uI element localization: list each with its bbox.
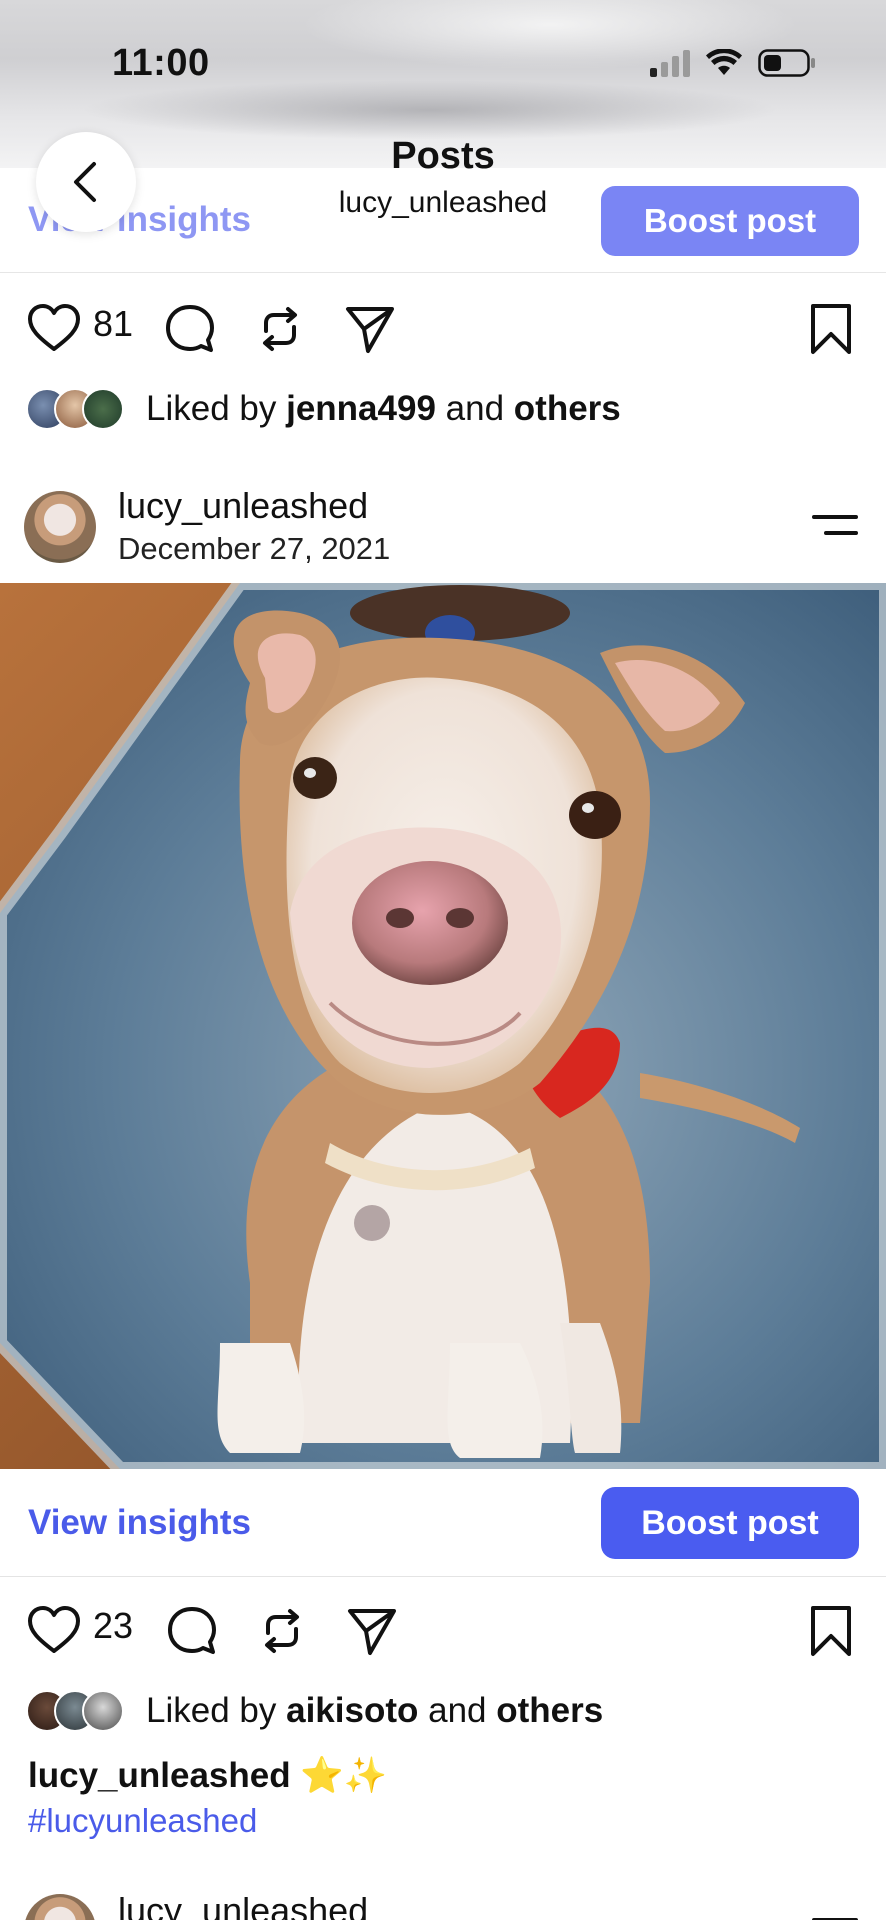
caption-emoji: ⭐✨ — [300, 1756, 388, 1795]
post-insights-row: View insights Boost post — [0, 1469, 886, 1577]
liked-by-others: others — [496, 1691, 604, 1730]
repost-icon[interactable] — [252, 301, 308, 357]
send-icon[interactable] — [344, 1603, 400, 1659]
post-photo[interactable] — [0, 583, 886, 1469]
cellular-signal-icon — [650, 49, 690, 77]
comment-icon[interactable] — [162, 301, 218, 357]
status-bar: 11:00 — [0, 0, 886, 130]
status-icons — [650, 48, 816, 78]
previous-like-count[interactable]: 81 — [93, 303, 133, 345]
dog-photo — [0, 583, 886, 1469]
hashtag-link[interactable]: #lucyunleashed — [28, 1802, 257, 1840]
more-options-icon[interactable] — [812, 511, 858, 539]
caption-username[interactable]: lucy_unleashed — [28, 1756, 291, 1795]
repost-icon[interactable] — [254, 1603, 310, 1659]
avatar — [82, 1690, 124, 1732]
post-username[interactable]: lucy_unleashed — [118, 485, 368, 527]
next-post-header: lucy_unleashed — [0, 1888, 886, 1920]
liked-by-text: Liked by aikisoto and others — [146, 1691, 604, 1730]
previous-post-actions: 81 — [0, 293, 886, 365]
liked-by-others: others — [513, 389, 621, 428]
liked-by[interactable]: Liked by aikisoto and others — [26, 1686, 886, 1736]
view-insights-link[interactable]: View insights — [28, 1503, 251, 1543]
page-subtitle: lucy_unleashed — [338, 186, 548, 219]
status-time: 11:00 — [112, 42, 210, 84]
more-options-icon[interactable] — [812, 1914, 858, 1920]
heart-icon[interactable] — [26, 1603, 82, 1659]
page-title: Posts — [391, 135, 495, 177]
comment-icon[interactable] — [164, 1603, 220, 1659]
post-caption: lucy_unleashed ⭐✨ — [28, 1755, 388, 1796]
like-count[interactable]: 23 — [93, 1605, 133, 1647]
previous-liked-by[interactable]: Liked by jenna499 and others — [26, 384, 886, 434]
battery-icon — [758, 49, 815, 77]
wifi-icon — [706, 49, 742, 75]
post-header: lucy_unleashed December 27, 2021 — [0, 485, 886, 575]
bookmark-icon[interactable] — [803, 1603, 859, 1659]
avatar[interactable] — [24, 1894, 96, 1920]
post-date: December 27, 2021 — [118, 531, 391, 566]
heart-icon[interactable] — [26, 301, 82, 357]
avatar — [82, 388, 124, 430]
next-post-username[interactable]: lucy_unleashed — [118, 1890, 368, 1920]
avatar[interactable] — [24, 491, 96, 563]
liker-avatars — [26, 388, 124, 430]
liker-avatars — [26, 1690, 124, 1732]
liked-by-user: jenna499 — [286, 389, 436, 428]
boost-post-button[interactable]: Boost post — [601, 1487, 859, 1559]
bookmark-icon[interactable] — [803, 301, 859, 357]
post-actions: 23 — [0, 1595, 886, 1667]
liked-by-text: Liked by jenna499 and others — [146, 389, 621, 428]
liked-by-user: aikisoto — [286, 1691, 419, 1730]
send-icon[interactable] — [342, 301, 398, 357]
